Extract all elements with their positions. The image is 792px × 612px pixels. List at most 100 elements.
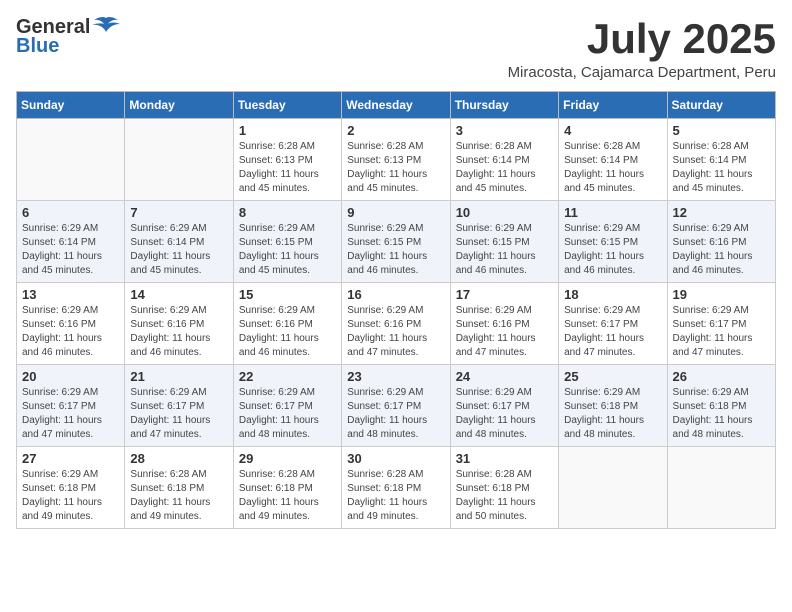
day-info: Sunrise: 6:28 AMSunset: 6:14 PMDaylight:… (456, 140, 553, 196)
day-info: Sunrise: 6:29 AMSunset: 6:17 PMDaylight:… (564, 304, 661, 360)
day-number: 30 (347, 451, 444, 466)
day-number: 12 (673, 205, 770, 220)
day-info: Sunrise: 6:29 AMSunset: 6:18 PMDaylight:… (564, 386, 661, 442)
day-info: Sunrise: 6:28 AMSunset: 6:13 PMDaylight:… (347, 140, 444, 196)
day-info: Sunrise: 6:29 AMSunset: 6:16 PMDaylight:… (456, 304, 553, 360)
calendar-cell: 21 Sunrise: 6:29 AMSunset: 6:17 PMDayligh… (125, 365, 233, 447)
calendar-cell: 2 Sunrise: 6:28 AMSunset: 6:13 PMDaylight… (342, 119, 450, 201)
calendar-cell: 11 Sunrise: 6:29 AMSunset: 6:15 PMDayligh… (559, 201, 667, 283)
calendar-cell: 8 Sunrise: 6:29 AMSunset: 6:15 PMDaylight… (233, 201, 341, 283)
week-row-2: 6 Sunrise: 6:29 AMSunset: 6:14 PMDaylight… (17, 201, 776, 283)
calendar-cell (667, 447, 775, 529)
day-info: Sunrise: 6:28 AMSunset: 6:18 PMDaylight:… (130, 468, 227, 524)
day-info: Sunrise: 6:29 AMSunset: 6:16 PMDaylight:… (239, 304, 336, 360)
day-number: 29 (239, 451, 336, 466)
location-subtitle: Miracosta, Cajamarca Department, Peru (508, 64, 776, 81)
calendar-cell: 26Sunrise: 6:29 AMSunset: 6:18 PMDayligh… (667, 365, 775, 447)
calendar-cell (125, 119, 233, 201)
calendar-cell (17, 119, 125, 201)
day-info: Sunrise: 6:29 AMSunset: 6:17 PMDaylight:… (673, 304, 770, 360)
week-row-5: 27 Sunrise: 6:29 AMSunset: 6:18 PMDayligh… (17, 447, 776, 529)
day-number: 15 (239, 287, 336, 302)
calendar-cell: 22 Sunrise: 6:29 AMSunset: 6:17 PMDayligh… (233, 365, 341, 447)
day-info: Sunrise: 6:29 AMSunset: 6:14 PMDaylight:… (22, 222, 119, 278)
day-number: 18 (564, 287, 661, 302)
calendar-cell: 25 Sunrise: 6:29 AMSunset: 6:18 PMDayligh… (559, 365, 667, 447)
day-info: Sunrise: 6:29 AMSunset: 6:18 PMDaylight:… (22, 468, 119, 524)
day-number: 5 (673, 123, 770, 138)
day-info: Sunrise: 6:29 AMSunset: 6:14 PMDaylight:… (130, 222, 227, 278)
day-info: Sunrise: 6:29 AMSunset: 6:16 PMDaylight:… (673, 222, 770, 278)
logo: General Blue (16, 16, 120, 56)
logo-bird-icon (92, 16, 120, 38)
weekday-header-friday: Friday (559, 92, 667, 119)
day-number: 28 (130, 451, 227, 466)
day-number: 7 (130, 205, 227, 220)
day-info: Sunrise: 6:29 AMSunset: 6:17 PMDaylight:… (239, 386, 336, 442)
day-number: 14 (130, 287, 227, 302)
day-number: 10 (456, 205, 553, 220)
calendar-cell: 18 Sunrise: 6:29 AMSunset: 6:17 PMDayligh… (559, 283, 667, 365)
calendar-cell: 4 Sunrise: 6:28 AMSunset: 6:14 PMDaylight… (559, 119, 667, 201)
day-info: Sunrise: 6:28 AMSunset: 6:18 PMDaylight:… (347, 468, 444, 524)
calendar-cell: 17 Sunrise: 6:29 AMSunset: 6:16 PMDayligh… (450, 283, 558, 365)
header: General Blue July 2025 Miracosta, Cajama… (16, 16, 776, 81)
calendar-cell: 27 Sunrise: 6:29 AMSunset: 6:18 PMDayligh… (17, 447, 125, 529)
day-info: Sunrise: 6:29 AMSunset: 6:17 PMDaylight:… (130, 386, 227, 442)
weekday-header-wednesday: Wednesday (342, 92, 450, 119)
weekday-header-row: SundayMondayTuesdayWednesdayThursdayFrid… (17, 92, 776, 119)
week-row-1: 1 Sunrise: 6:28 AMSunset: 6:13 PMDaylight… (17, 119, 776, 201)
weekday-header-saturday: Saturday (667, 92, 775, 119)
day-info: Sunrise: 6:29 AMSunset: 6:16 PMDaylight:… (22, 304, 119, 360)
calendar-cell: 28 Sunrise: 6:28 AMSunset: 6:18 PMDayligh… (125, 447, 233, 529)
day-number: 27 (22, 451, 119, 466)
day-info: Sunrise: 6:29 AMSunset: 6:16 PMDaylight:… (347, 304, 444, 360)
day-info: Sunrise: 6:29 AMSunset: 6:15 PMDaylight:… (347, 222, 444, 278)
calendar-cell: 30 Sunrise: 6:28 AMSunset: 6:18 PMDayligh… (342, 447, 450, 529)
day-number: 3 (456, 123, 553, 138)
day-number: 22 (239, 369, 336, 384)
calendar-cell (559, 447, 667, 529)
calendar-cell: 9 Sunrise: 6:29 AMSunset: 6:15 PMDaylight… (342, 201, 450, 283)
day-info: Sunrise: 6:28 AMSunset: 6:18 PMDaylight:… (456, 468, 553, 524)
calendar-cell: 23Sunrise: 6:29 AMSunset: 6:17 PMDayligh… (342, 365, 450, 447)
calendar-cell: 16 Sunrise: 6:29 AMSunset: 6:16 PMDayligh… (342, 283, 450, 365)
weekday-header-thursday: Thursday (450, 92, 558, 119)
weekday-header-tuesday: Tuesday (233, 92, 341, 119)
day-number: 4 (564, 123, 661, 138)
day-number: 16 (347, 287, 444, 302)
day-number: 19 (673, 287, 770, 302)
calendar-cell: 12 Sunrise: 6:29 AMSunset: 6:16 PMDayligh… (667, 201, 775, 283)
day-number: 17 (456, 287, 553, 302)
day-info: Sunrise: 6:29 AMSunset: 6:17 PMDaylight:… (456, 386, 553, 442)
calendar-cell: 10 Sunrise: 6:29 AMSunset: 6:15 PMDayligh… (450, 201, 558, 283)
day-number: 6 (22, 205, 119, 220)
day-info: Sunrise: 6:29 AMSunset: 6:16 PMDaylight:… (130, 304, 227, 360)
day-info: Sunrise: 6:29 AMSunset: 6:15 PMDaylight:… (564, 222, 661, 278)
day-number: 2 (347, 123, 444, 138)
day-number: 1 (239, 123, 336, 138)
day-number: 24 (456, 369, 553, 384)
calendar-cell: 1Sunrise: 6:28 AMSunset: 6:13 PMDaylight… (233, 119, 341, 201)
day-number: 11 (564, 205, 661, 220)
day-number: 9 (347, 205, 444, 220)
day-number: 21 (130, 369, 227, 384)
logo-general-text: General (16, 17, 90, 37)
day-info: Sunrise: 6:28 AMSunset: 6:18 PMDaylight:… (239, 468, 336, 524)
weekday-header-sunday: Sunday (17, 92, 125, 119)
day-number: 8 (239, 205, 336, 220)
day-number: 31 (456, 451, 553, 466)
day-info: Sunrise: 6:29 AMSunset: 6:15 PMDaylight:… (239, 222, 336, 278)
calendar-cell: 14 Sunrise: 6:29 AMSunset: 6:16 PMDayligh… (125, 283, 233, 365)
calendar-cell: 5 Sunrise: 6:28 AMSunset: 6:14 PMDaylight… (667, 119, 775, 201)
calendar-cell: 20Sunrise: 6:29 AMSunset: 6:17 PMDayligh… (17, 365, 125, 447)
calendar-cell: 6 Sunrise: 6:29 AMSunset: 6:14 PMDaylight… (17, 201, 125, 283)
day-number: 23 (347, 369, 444, 384)
day-info: Sunrise: 6:29 AMSunset: 6:15 PMDaylight:… (456, 222, 553, 278)
day-number: 25 (564, 369, 661, 384)
day-info: Sunrise: 6:28 AMSunset: 6:14 PMDaylight:… (564, 140, 661, 196)
calendar-cell: 29 Sunrise: 6:28 AMSunset: 6:18 PMDayligh… (233, 447, 341, 529)
day-number: 13 (22, 287, 119, 302)
calendar-cell: 19 Sunrise: 6:29 AMSunset: 6:17 PMDayligh… (667, 283, 775, 365)
day-info: Sunrise: 6:28 AMSunset: 6:14 PMDaylight:… (673, 140, 770, 196)
